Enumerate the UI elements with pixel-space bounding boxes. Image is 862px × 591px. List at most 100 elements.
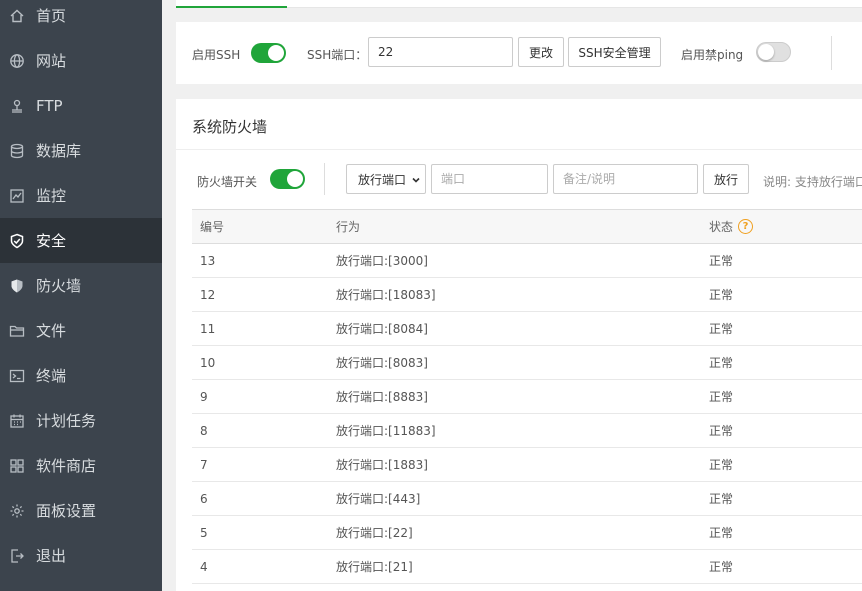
sidebar-item-firewall[interactable]: 防火墙 <box>0 263 162 308</box>
table-row: 12 放行端口:[18083] 正常 <box>192 278 862 312</box>
shield-check-icon <box>9 233 25 249</box>
rule-status: 正常 <box>709 322 734 336</box>
app-window: 首页 网站 FTP 数据库 监控 安全 防火墙 文件 终端 计划任务 软件商店 … <box>0 0 862 591</box>
column-header-status-label: 状态 <box>709 220 734 234</box>
table-row: 7 放行端口:[1883] 正常 <box>192 448 862 482</box>
table-row: 5 放行端口:[22] 正常 <box>192 516 862 550</box>
firewall-remark-input[interactable] <box>553 164 698 194</box>
sidebar-item-label: FTP <box>36 96 63 115</box>
rule-id: 5 <box>200 525 208 540</box>
firewall-switch-label: 防火墙开关 <box>197 175 258 189</box>
ssh-port-label: SSH端口： <box>307 48 368 62</box>
rule-id: 13 <box>200 253 216 268</box>
ssh-security-manage-button[interactable]: SSH安全管理 <box>568 37 661 67</box>
ssh-port-input[interactable] <box>368 37 513 67</box>
rule-action: 放行端口:[8083] <box>336 356 428 370</box>
sidebar-item-database[interactable]: 数据库 <box>0 128 162 173</box>
help-icon[interactable]: ? <box>738 219 754 234</box>
sidebar-item-ftp[interactable]: FTP <box>0 83 162 128</box>
ping-disable-toggle[interactable] <box>756 42 791 62</box>
rule-action: 放行端口:[443] <box>336 492 421 506</box>
table-row: 8 放行端口:[11883] 正常 <box>192 414 862 448</box>
terminal-icon <box>9 368 25 384</box>
divider <box>831 36 832 70</box>
globe-icon <box>9 53 25 69</box>
table-header: 编号 行为 状态 ? <box>192 210 862 244</box>
logout-icon <box>9 548 25 564</box>
column-header-id: 编号 <box>200 220 225 234</box>
rule-id: 4 <box>200 559 208 574</box>
rule-action: 放行端口:[8883] <box>336 390 428 404</box>
sidebar-item-label: 网站 <box>36 52 67 70</box>
rule-status: 正常 <box>709 526 734 540</box>
sidebar-item-website[interactable]: 网站 <box>0 38 162 83</box>
sidebar-item-settings[interactable]: 面板设置 <box>0 488 162 533</box>
rule-status: 正常 <box>709 560 734 574</box>
sidebar-item-logout[interactable]: 退出 <box>0 533 162 578</box>
rule-action: 放行端口:[21] <box>336 560 413 574</box>
ssh-enable-toggle[interactable] <box>251 43 286 63</box>
sidebar-item-label: 监控 <box>36 187 67 205</box>
table-row: 13 放行端口:[3000] 正常 <box>192 244 862 278</box>
firewall-switch-toggle[interactable] <box>270 169 305 189</box>
sidebar-item-monitor[interactable]: 监控 <box>0 173 162 218</box>
monitor-icon <box>9 188 25 204</box>
table-row: 4 放行端口:[21] 正常 <box>192 550 862 584</box>
sidebar-item-label: 数据库 <box>36 142 82 160</box>
sidebar-item-label: 安全 <box>36 232 67 250</box>
table-row: 6 放行端口:[443] 正常 <box>192 482 862 516</box>
rule-id: 6 <box>200 491 208 506</box>
chevron-down-icon <box>411 174 421 184</box>
rule-status: 正常 <box>709 288 734 302</box>
ftp-icon <box>9 98 25 114</box>
rule-status: 正常 <box>709 390 734 404</box>
rule-id: 9 <box>200 389 208 404</box>
rule-action: 放行端口:[18083] <box>336 288 436 302</box>
sidebar-item-label: 终端 <box>36 367 67 385</box>
firewall-port-input[interactable] <box>431 164 548 194</box>
database-icon <box>9 143 25 159</box>
rule-id: 7 <box>200 457 208 472</box>
firewall-hint: 说明: 支持放行端口 <box>763 175 862 189</box>
home-icon <box>9 8 25 24</box>
rule-action: 放行端口:[1883] <box>336 458 428 472</box>
sidebar-item-store[interactable]: 软件商店 <box>0 443 162 488</box>
rule-action: 放行端口:[22] <box>336 526 413 540</box>
rule-status: 正常 <box>709 458 734 472</box>
sidebar-item-security[interactable]: 安全 <box>0 218 162 263</box>
rule-id: 11 <box>200 321 216 336</box>
main-content: 启用SSH SSH端口： 更改 SSH安全管理 启用禁ping 系统防火墙 防火… <box>162 0 862 591</box>
ssh-port-change-button[interactable]: 更改 <box>518 37 564 67</box>
sidebar-item-label: 防火墙 <box>36 277 82 295</box>
rule-action: 放行端口:[3000] <box>336 254 428 268</box>
firewall-title: 系统防火墙 <box>192 118 268 136</box>
rule-id: 8 <box>200 423 208 438</box>
column-header-action: 行为 <box>336 220 361 234</box>
column-header-status: 状态 ? <box>709 210 754 243</box>
firewall-allow-button[interactable]: 放行 <box>703 164 749 194</box>
ssh-enable-label: 启用SSH <box>192 48 241 62</box>
firewall-action-select[interactable]: 放行端口 <box>346 164 426 194</box>
sidebar: 首页 网站 FTP 数据库 监控 安全 防火墙 文件 终端 计划任务 软件商店 … <box>0 0 162 591</box>
sidebar-item-files[interactable]: 文件 <box>0 308 162 353</box>
sidebar-item-label: 退出 <box>36 547 67 565</box>
sidebar-item-cron[interactable]: 计划任务 <box>0 398 162 443</box>
sidebar-item-home[interactable]: 首页 <box>0 0 162 38</box>
active-tab-indicator <box>176 6 287 8</box>
sidebar-item-label: 首页 <box>36 7 67 25</box>
sidebar-item-label: 计划任务 <box>36 412 97 430</box>
rule-id: 12 <box>200 287 216 302</box>
rule-status: 正常 <box>709 492 734 506</box>
rule-status: 正常 <box>709 356 734 370</box>
rule-status: 正常 <box>709 424 734 438</box>
firewall-action-select-value: 放行端口 <box>358 172 407 187</box>
calendar-icon <box>9 413 25 429</box>
divider <box>324 163 325 195</box>
ssh-settings-card: 启用SSH SSH端口： 更改 SSH安全管理 启用禁ping <box>176 22 862 84</box>
gear-icon <box>9 503 25 519</box>
rule-status: 正常 <box>709 254 734 268</box>
grid-icon <box>9 458 25 474</box>
sidebar-item-terminal[interactable]: 终端 <box>0 353 162 398</box>
top-tab-bar <box>176 0 862 8</box>
sidebar-item-label: 面板设置 <box>36 502 97 520</box>
